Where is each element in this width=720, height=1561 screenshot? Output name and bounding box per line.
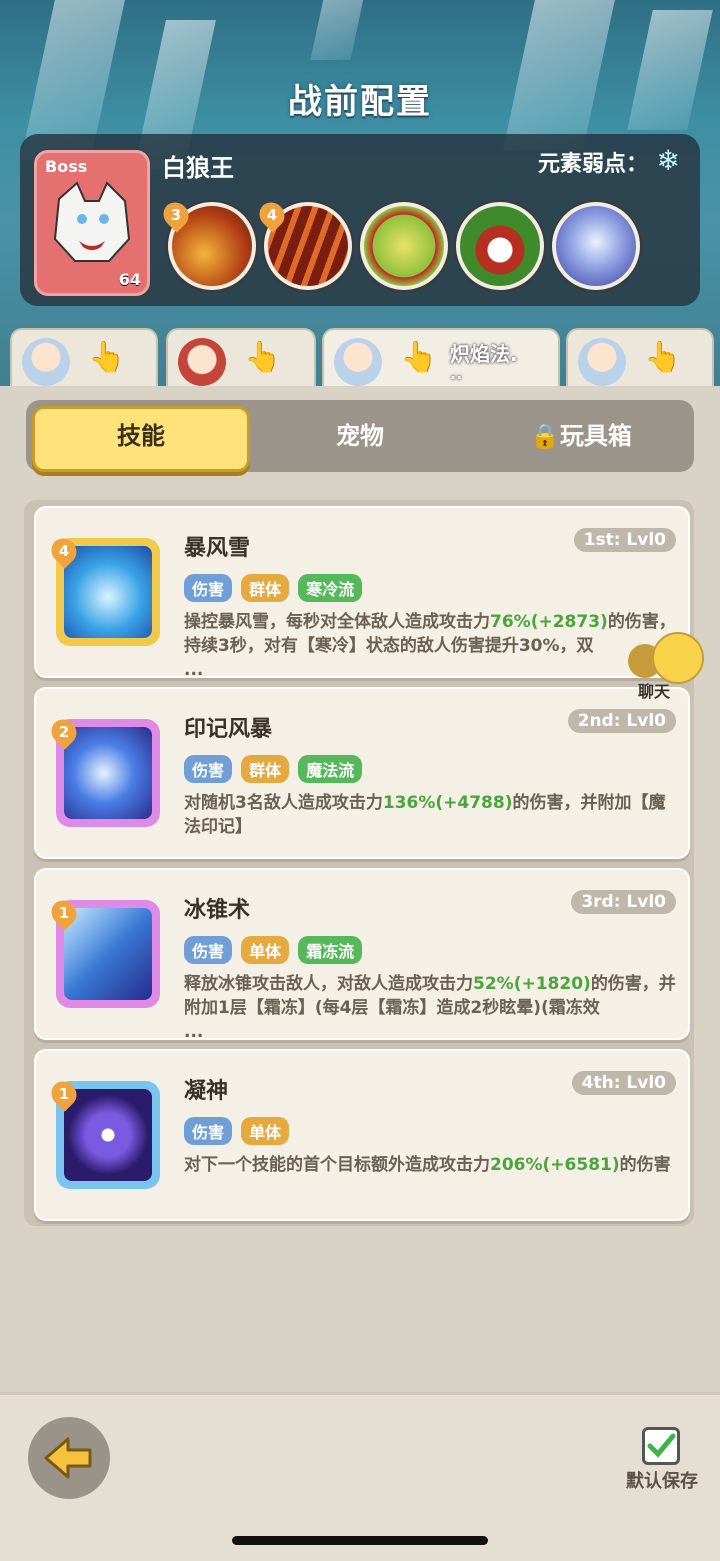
boss-portrait[interactable]: Boss 64 xyxy=(34,150,150,296)
skill-description: 操控暴风雪，每秒对全体敌人造成攻击力76%(+2873)的伤害，持续3秒，对有【… xyxy=(184,612,676,680)
skill-rank: 2nd: Lvl0 xyxy=(567,709,676,733)
hero-avatar xyxy=(334,338,382,386)
tag-target: 群体 xyxy=(241,755,290,783)
hero-avatar xyxy=(578,338,626,386)
boss-name: 白狼王 xyxy=(162,154,234,182)
skill-rank: 1st: Lvl0 xyxy=(573,528,676,552)
tag-damage: 伤害 xyxy=(184,1117,233,1145)
hero-tab-2[interactable]: 👆 xyxy=(166,328,316,394)
tag-school: 寒冷流 xyxy=(298,574,363,602)
skill-description: 对随机3名敌人造成攻击力136%(+4788)的伤害，并附加【魔法印记】 xyxy=(184,793,666,837)
hero-tab-4[interactable]: 👆 xyxy=(566,328,714,394)
tag-target: 单体 xyxy=(241,936,290,964)
tab-toybox[interactable]: 🔒玩具箱 xyxy=(476,406,686,466)
tab-toybox-label: 玩具箱 xyxy=(559,422,632,450)
hero-avatar xyxy=(22,338,70,386)
skill-rank: 4th: Lvl0 xyxy=(571,1071,676,1095)
boss-skill-ice-crystal[interactable] xyxy=(552,202,640,290)
tag-target: 单体 xyxy=(241,1117,290,1145)
skill-card-1[interactable]: 4 暴风雪 1st: Lvl0 伤害 群体 寒冷流 操控暴风雪，每秒对全体敌人造… xyxy=(34,506,690,680)
skill-description: 释放冰锥攻击敌人，对敌人造成攻击力52%(+1820)的伤害，并附加1层【霜冻】… xyxy=(184,974,676,1042)
back-arrow-icon xyxy=(44,1437,92,1479)
pointer-hand-icon: 👆 xyxy=(244,340,282,375)
weakness-label: 元素弱点： xyxy=(537,152,648,177)
tag-damage: 伤害 xyxy=(184,936,233,964)
chat-mascot-icon xyxy=(652,632,704,684)
tag-damage: 伤害 xyxy=(184,755,233,783)
checkmark-icon xyxy=(647,1433,676,1458)
skill-rank: 3rd: Lvl0 xyxy=(571,890,676,914)
hero-name-ellipsis: .. xyxy=(450,364,463,383)
home-indicator[interactable] xyxy=(232,1536,488,1545)
skill-name: 冰锥术 xyxy=(184,898,251,923)
boss-skill-bite[interactable] xyxy=(456,202,544,290)
lock-icon: 🔒 xyxy=(530,422,560,450)
hero-tab-1[interactable]: 👆 xyxy=(10,328,158,394)
skill-card-2[interactable]: 2 印记风暴 2nd: Lvl0 伤害 群体 魔法流 对随机3名敌人造成攻击力1… xyxy=(34,687,690,859)
tag-school: 霜冻流 xyxy=(298,936,363,964)
hero-avatar xyxy=(178,338,226,386)
skill-tags: 伤害 群体 寒冷流 xyxy=(184,574,366,602)
boss-panel: Boss 64 白狼王 元素弱点： ❄ 3 4 xyxy=(20,134,700,306)
tag-target: 群体 xyxy=(241,574,290,602)
category-tabs: 技能 宠物 🔒玩具箱 xyxy=(26,400,694,472)
default-save-label: 默认保存 xyxy=(626,1471,698,1492)
skill-card-4[interactable]: 1 凝神 4th: Lvl0 伤害 单体 对下一个技能的首个目标额外造成攻击力2… xyxy=(34,1049,690,1221)
hero-tab-3-selected[interactable]: 👆 炽焰法. .. xyxy=(322,328,560,394)
boss-skill-punch[interactable] xyxy=(360,202,448,290)
skill-tags: 伤害 群体 魔法流 xyxy=(184,755,366,783)
skill-tags: 伤害 单体 霜冻流 xyxy=(184,936,366,964)
snowflake-icon: ❄ xyxy=(656,144,680,177)
chat-label: 聊天 xyxy=(638,682,671,701)
wolf-icon xyxy=(53,181,131,262)
pointer-hand-icon: 👆 xyxy=(644,340,682,375)
pointer-hand-icon: 👆 xyxy=(400,340,438,375)
tag-damage: 伤害 xyxy=(184,574,233,602)
skill-tags: 伤害 单体 xyxy=(184,1117,293,1145)
skill-description: 对下一个技能的首个目标额外造成攻击力206%(+6581)的伤害 xyxy=(184,1155,671,1175)
skill-name: 暴风雪 xyxy=(184,536,251,561)
pointer-hand-icon: 👆 xyxy=(88,340,126,375)
boss-tag: Boss xyxy=(45,157,88,176)
skill-name: 凝神 xyxy=(184,1079,229,1104)
skill-name: 印记风暴 xyxy=(184,717,273,742)
back-button[interactable] xyxy=(28,1417,110,1499)
tag-school: 魔法流 xyxy=(298,755,363,783)
boss-level: 64 xyxy=(118,270,141,289)
tab-skills[interactable]: 技能 xyxy=(32,406,250,472)
tab-pets[interactable]: 宠物 xyxy=(260,406,460,466)
bottom-bar: 默认保存 xyxy=(0,1392,720,1561)
default-save-checkbox[interactable] xyxy=(642,1427,680,1465)
skill-card-3[interactable]: 1 冰锥术 3rd: Lvl0 伤害 单体 霜冻流 释放冰锥攻击敌人，对敌人造成… xyxy=(34,868,690,1042)
page-title: 战前配置 xyxy=(288,82,432,122)
hero-name: 炽焰法. xyxy=(450,342,518,366)
chat-button[interactable]: 聊天 xyxy=(628,632,706,702)
